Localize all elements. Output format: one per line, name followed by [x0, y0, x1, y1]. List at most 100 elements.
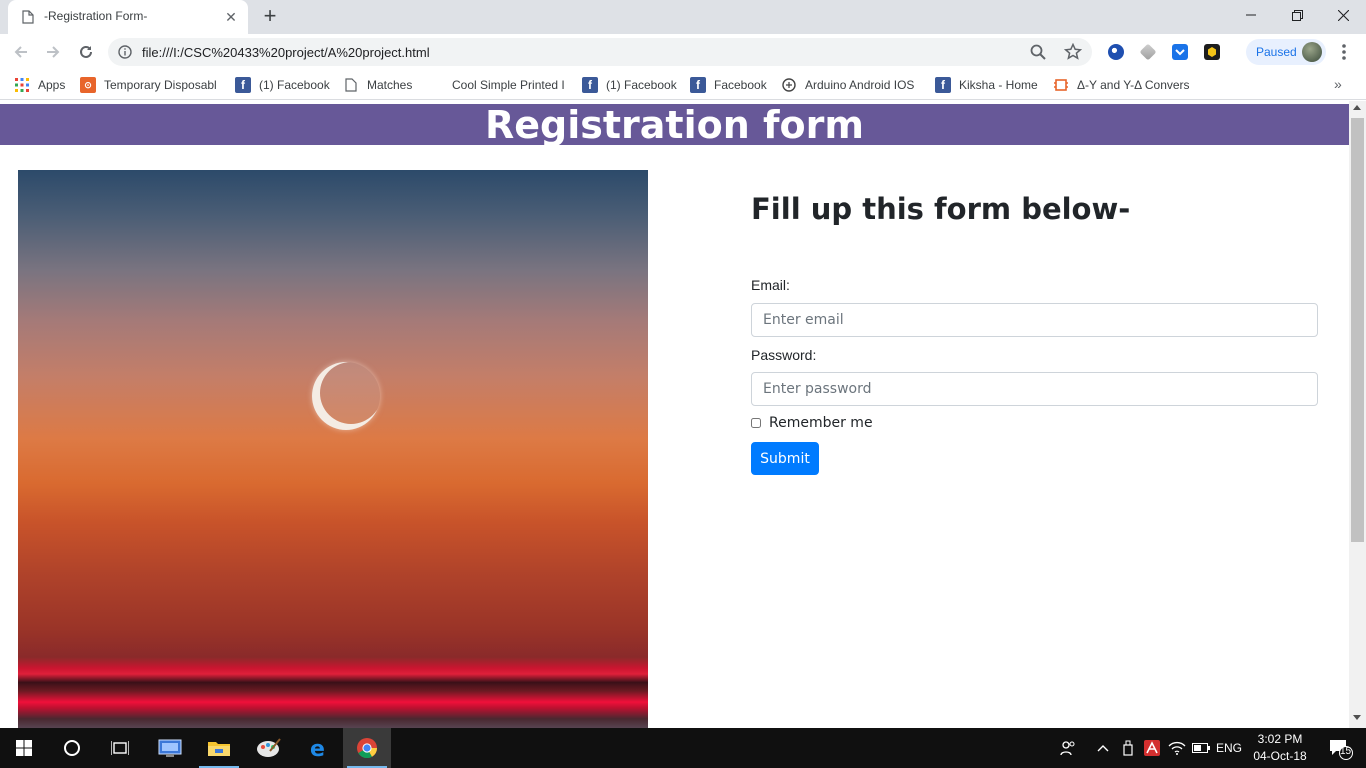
file-explorer-button[interactable] — [195, 728, 243, 768]
usb-tray-button[interactable] — [1118, 728, 1138, 768]
zoom-icon[interactable] — [1030, 44, 1046, 60]
start-icon — [16, 740, 32, 756]
scroll-down-arrow-icon[interactable] — [1353, 715, 1361, 720]
edge-icon: e — [310, 737, 325, 759]
tab-title: -Registration Form- — [44, 9, 148, 23]
bookmark-delta-y[interactable]: Δ-Y and Y-Δ Convers — [1053, 75, 1189, 95]
password-field[interactable] — [751, 372, 1318, 406]
task-view-button[interactable] — [96, 728, 144, 768]
crescent-moon-sunset-image — [18, 170, 648, 728]
close-tab-icon[interactable]: ✕ — [222, 8, 240, 26]
chrome-button[interactable] — [343, 728, 391, 768]
url-text[interactable]: file:///I:/CSC%20433%20project/A%20proje… — [142, 45, 430, 60]
bookmark-kiksha[interactable]: f Kiksha - Home — [935, 75, 1038, 95]
bookmark-label: Facebook — [714, 78, 767, 92]
cortana-button[interactable] — [48, 728, 96, 768]
restore-icon — [1291, 9, 1303, 21]
usb-icon — [1123, 740, 1133, 756]
wifi-icon — [1168, 741, 1186, 755]
clock-time: 3:02 PM — [1257, 732, 1303, 746]
bookmark-cool-simple[interactable]: Cool Simple Printed I — [452, 75, 564, 95]
action-center-button[interactable]: 15 — [1320, 728, 1360, 768]
bookmark-label: Δ-Y and Y-Δ Convers — [1077, 78, 1189, 92]
bookmark-label: Kiksha - Home — [959, 78, 1038, 92]
minimize-button[interactable] — [1228, 0, 1274, 30]
tab-strip: -Registration Form- ✕ + — [0, 0, 1366, 34]
chevron-right-icon[interactable]: » — [1334, 76, 1342, 92]
chrome-icon — [357, 738, 378, 759]
cortana-icon — [64, 740, 80, 756]
bookmark-star-icon[interactable] — [1064, 43, 1082, 61]
bookmark-label: Apps — [38, 78, 66, 92]
facebook-icon: f — [935, 77, 951, 93]
info-icon[interactable] — [118, 45, 132, 59]
paint-icon — [257, 738, 281, 757]
bookmark-facebook-3[interactable]: f Facebook — [690, 75, 767, 95]
bookmark-label: Matches — [367, 78, 413, 92]
people-icon — [1060, 741, 1075, 756]
start-button[interactable] — [0, 728, 48, 768]
facebook-icon: f — [235, 77, 251, 93]
reload-icon — [80, 45, 92, 58]
address-bar[interactable]: file:///I:/CSC%20433%20project/A%20proje… — [108, 38, 1092, 66]
profile-status: Paused — [1256, 45, 1297, 59]
email-field[interactable] — [751, 303, 1318, 337]
file-explorer-icon — [208, 742, 230, 756]
paint-button[interactable] — [245, 728, 293, 768]
extension-cube-icon[interactable] — [1204, 44, 1220, 60]
close-window-button[interactable] — [1320, 0, 1366, 30]
scrollbar-thumb[interactable] — [1351, 118, 1364, 542]
svg-text:e: e — [310, 737, 325, 759]
close-icon — [1337, 9, 1349, 21]
antivirus-tray-button[interactable] — [1142, 728, 1162, 768]
remember-me-checkbox[interactable] — [751, 418, 761, 428]
submit-button[interactable]: Submit — [751, 442, 819, 475]
people-button[interactable] — [1056, 728, 1080, 768]
language-indicator[interactable]: ENG — [1214, 728, 1244, 768]
bookmark-label: (1) Facebook — [259, 78, 330, 92]
page-icon — [22, 10, 34, 24]
wifi-tray-button[interactable] — [1166, 728, 1188, 768]
arduino-icon — [781, 77, 797, 93]
remote-desktop-button[interactable] — [146, 728, 194, 768]
bookmark-label: (1) Facebook — [606, 78, 677, 92]
page-viewport: Registration form Fill up this form belo… — [0, 101, 1366, 728]
active-tab[interactable]: -Registration Form- ✕ — [8, 0, 248, 34]
extension-pocket-icon[interactable] — [1172, 44, 1188, 60]
bookmark-apps[interactable]: Apps — [14, 75, 65, 95]
restore-button[interactable] — [1274, 0, 1320, 30]
circuit-icon — [1053, 77, 1069, 93]
extension-globe-icon[interactable] — [1108, 44, 1124, 60]
reload-button[interactable] — [73, 39, 99, 65]
task-view-icon — [111, 741, 129, 755]
new-tab-button[interactable]: + — [258, 5, 282, 29]
bookmark-label: Temporary Disposabl — [104, 78, 217, 92]
battery-tray-button[interactable] — [1190, 728, 1212, 768]
vertical-scrollbar[interactable] — [1349, 101, 1366, 728]
menu-dots-icon[interactable] — [1336, 42, 1352, 62]
scroll-up-arrow-icon[interactable] — [1353, 105, 1361, 110]
moon — [312, 362, 380, 430]
forward-button[interactable] — [40, 39, 66, 65]
form-heading: Fill up this form below- — [751, 192, 1131, 226]
facebook-icon: f — [690, 77, 706, 93]
profile-button[interactable]: Paused — [1246, 39, 1326, 65]
bookmark-facebook-1[interactable]: f (1) Facebook — [235, 75, 330, 95]
bookmark-temp-mail[interactable]: ⊙ Temporary Disposabl — [80, 75, 218, 95]
battery-icon — [1192, 743, 1210, 753]
show-hidden-icons-button[interactable] — [1094, 728, 1112, 768]
bookmark-facebook-2[interactable]: f (1) Facebook — [582, 75, 677, 95]
browser-toolbar: file:///I:/CSC%20433%20project/A%20proje… — [0, 34, 1366, 70]
bookmark-label: Cool Simple Printed I — [452, 78, 564, 92]
system-clock[interactable]: 3:02 PM 04-Oct-18 — [1248, 731, 1312, 765]
bookmarks-bar: Apps ⊙ Temporary Disposabl f (1) Faceboo… — [0, 70, 1366, 100]
bookmark-arduino[interactable]: Arduino Android IOS — [781, 75, 917, 95]
edge-button[interactable]: e — [294, 728, 342, 768]
remember-me-label: Remember me — [769, 415, 873, 431]
bookmark-matches[interactable]: Matches — [343, 75, 412, 95]
back-button[interactable] — [8, 39, 34, 65]
temp-mail-icon: ⊙ — [80, 77, 96, 93]
extension-diamond-icon[interactable] — [1139, 43, 1157, 61]
clock-date: 04-Oct-18 — [1253, 749, 1307, 763]
windows-taskbar: e ENG 3:02 PM 04-Oct-18 15 — [0, 728, 1366, 768]
